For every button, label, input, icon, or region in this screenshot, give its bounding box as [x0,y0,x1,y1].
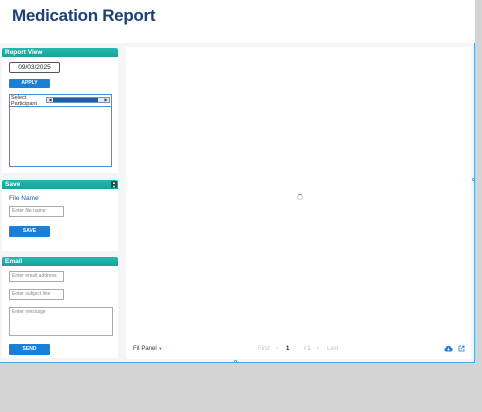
open-external-icon[interactable] [458,345,465,352]
participant-scrollbar[interactable]: ◀ ▶ [46,97,110,103]
prev-page-button[interactable]: ‹ [276,346,278,352]
resize-handle-right[interactable] [472,178,475,181]
collapse-toggle-icon[interactable]: ▴ ▾ [111,181,117,188]
date-field[interactable]: 09/03/2025 [9,62,60,73]
viewer-toolbar: Fit Panel ▼ First ‹ 1 / 1 › Last [126,343,471,355]
save-header-label: Save [5,181,21,188]
apply-button[interactable]: APPLY [9,79,50,88]
report-viewer: Fit Panel ▼ First ‹ 1 / 1 › Last [126,47,471,359]
participant-label: Select Participant [11,95,37,107]
participant-list[interactable]: Select Participant ◀ ▶ [9,94,112,167]
email-address-input[interactable]: Enter email address [9,271,64,282]
resize-handle-bottom[interactable] [234,360,237,363]
header: Medication Report [0,0,475,43]
total-pages: / 1 [304,346,311,352]
last-page-button[interactable]: Last [327,346,338,352]
scroll-right-icon[interactable]: ▶ [103,98,109,102]
file-name-label: File Name [9,195,39,202]
subject-input[interactable]: Enter subject line [9,289,64,300]
send-button[interactable]: SEND [9,344,50,355]
save-button[interactable]: SAVE [9,226,50,237]
report-view-header: Report View [2,48,118,57]
fit-panel-label: Fit Panel [133,346,157,352]
next-page-button[interactable]: › [317,346,319,352]
fit-panel-dropdown[interactable]: Fit Panel ▼ [133,346,162,352]
page-number-field[interactable]: 1 [286,346,289,352]
loading-spinner-icon [297,194,303,200]
message-textarea[interactable]: Enter message [9,307,113,336]
participant-label-line2: Participant [11,101,37,107]
chevron-down-icon: ▼ [158,346,163,351]
app-window: Medication Report Report View 09/03/2025… [0,0,475,363]
report-view-panel: Report View 09/03/2025 APPLY Select Part… [2,48,118,173]
file-name-input[interactable]: Enter file name [9,206,64,217]
save-header: Save ▴ ▾ [2,180,118,189]
email-panel: Email Enter email address Enter subject … [2,257,118,358]
scrollbar-thumb[interactable] [53,98,98,102]
cloud-download-icon[interactable] [444,345,453,352]
page-title: Medication Report [12,6,156,25]
save-panel: Save ▴ ▾ File Name Enter file name SAVE [2,180,118,251]
participant-selector: Select Participant ◀ ▶ [10,95,111,107]
first-page-button[interactable]: First [258,346,270,352]
email-header: Email [2,257,118,266]
